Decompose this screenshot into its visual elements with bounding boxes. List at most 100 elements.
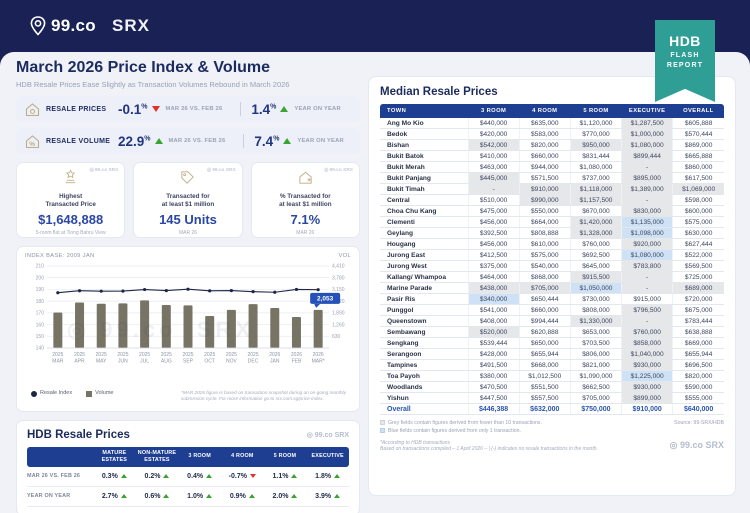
svg-text:FEB: FEB: [292, 359, 302, 365]
price-cell: $720,000: [673, 294, 724, 305]
town-cell: Bukit Panjang: [380, 173, 468, 184]
price-cell: $632,000: [519, 404, 570, 415]
up-triangle-icon: [163, 494, 169, 498]
price-cell: $760,000: [622, 327, 673, 338]
price-cell: $994,444: [519, 316, 570, 327]
price-cell: $653,000: [570, 327, 621, 338]
price-cell: $583,000: [519, 129, 570, 140]
median-row: Woodlands$470,500$551,500$662,500$930,00…: [380, 382, 724, 393]
town-cell: Central: [380, 195, 468, 206]
price-cell: $662,500: [570, 382, 621, 393]
yoy-caption: YEAR ON YEAR: [297, 138, 343, 144]
price-cell: $831,444: [570, 151, 621, 162]
bottom-table-cell: 3.9%: [306, 487, 349, 507]
price-cell: $650,000: [519, 338, 570, 349]
median-row: Bukit Merah$463,000$944,000$1,080,000-$8…: [380, 162, 724, 173]
card-caption: MAR 26: [252, 230, 359, 236]
price-cell: $1,012,500: [519, 371, 570, 382]
card-value: 145 Units: [134, 212, 241, 227]
price-cell: $660,000: [519, 305, 570, 316]
price-cell: $750,000: [570, 404, 621, 415]
price-cell: $645,000: [570, 261, 621, 272]
card-title: % Transacted forat least $1 million: [252, 193, 359, 209]
svg-text:2,053: 2,053: [317, 296, 334, 303]
stat-label: RESALE PRICES: [46, 106, 118, 113]
price-cell: $412,500: [468, 250, 519, 261]
price-cell: $808,000: [570, 305, 621, 316]
blue-swatch-icon: [380, 428, 385, 433]
yoy-change-value: 7.4%: [254, 134, 279, 149]
mom-change-value: 22.9%: [118, 134, 151, 149]
svg-text:MAR: MAR: [52, 359, 64, 365]
town-cell: Yishun: [380, 393, 468, 404]
median-row: Yishun$447,500$557,500$705,000$899,000$5…: [380, 393, 724, 404]
bottom-table-column-header: 3 ROOM: [178, 447, 221, 467]
price-cell: $1,157,500: [570, 195, 621, 206]
price-cell: $640,000: [673, 404, 724, 415]
price-cell: -: [622, 283, 673, 294]
price-cell: -: [622, 316, 673, 327]
town-cell: Sembawang: [380, 327, 468, 338]
town-cell: Ang Mo Kio: [380, 118, 468, 129]
price-cell: $950,000: [570, 140, 621, 151]
town-cell: Bukit Merah: [380, 162, 468, 173]
price-cell: $915,000: [622, 294, 673, 305]
price-cell: $858,000: [622, 338, 673, 349]
median-row: Clementi$456,000$664,000$1,420,000$1,135…: [380, 217, 724, 228]
price-cell: $447,500: [468, 393, 519, 404]
price-cell: $540,000: [519, 261, 570, 272]
price-cell: $669,000: [673, 338, 724, 349]
median-resale-prices-card: Median Resale Prices TOWN3 ROOM4 ROOM5 R…: [368, 76, 736, 496]
svg-text:AUG: AUG: [161, 359, 172, 365]
brand-99co: 99.co: [51, 16, 96, 36]
median-row: Toa Payoh$380,000$1,012,500$1,090,000$1,…: [380, 371, 724, 382]
svg-text:170: 170: [36, 311, 45, 317]
median-row-overall: Overall$446,388$632,000$750,000$910,000$…: [380, 404, 724, 415]
content-sheet: March 2026 Price Index & Volume HDB Resa…: [0, 52, 750, 513]
chart-legend: Resale Index Volume *MAR 2026 figure is …: [25, 390, 351, 403]
town-cell: Woodlands: [380, 382, 468, 393]
median-column-header: OVERALL: [673, 104, 724, 118]
price-cell: $440,000: [468, 118, 519, 129]
up-triangle-icon: [163, 474, 169, 478]
town-cell: Bishan: [380, 140, 468, 151]
top-header-bar: 99.co SRX: [0, 0, 750, 60]
median-row: Bukit Batok$410,000$660,000$831,444$899,…: [380, 151, 724, 162]
town-cell: Overall: [380, 404, 468, 415]
price-cell: $869,000: [673, 140, 724, 151]
down-triangle-icon: [250, 474, 256, 478]
99co-srx-watermark: ◎99.co SRX: [324, 167, 353, 173]
svg-text:OCT: OCT: [204, 359, 215, 365]
median-column-header: EXECUTIVE: [622, 104, 673, 118]
price-cell: $600,000: [673, 206, 724, 217]
price-cell: $575,000: [519, 250, 570, 261]
price-cell: $522,000: [673, 250, 724, 261]
price-cell: $635,000: [519, 118, 570, 129]
median-row: Kallang/ Whampoa$464,000$868,000$915,500…: [380, 272, 724, 283]
price-cell: $930,000: [622, 360, 673, 371]
price-cell: $705,000: [570, 393, 621, 404]
town-cell: Kallang/ Whampoa: [380, 272, 468, 283]
mom-direction-icon: [152, 106, 160, 112]
town-cell: Serangoon: [380, 349, 468, 360]
town-cell: Clementi: [380, 217, 468, 228]
price-cell: $783,800: [622, 261, 673, 272]
svg-text:190: 190: [36, 287, 45, 293]
price-cell: $1,225,000: [622, 371, 673, 382]
price-cell: $808,888: [519, 228, 570, 239]
up-triangle-icon: [334, 474, 340, 478]
price-tag-icon: [179, 169, 196, 186]
price-cell: $438,000: [468, 283, 519, 294]
legend-resale-index: Resale Index: [40, 390, 72, 396]
price-cell: $1,080,000: [622, 250, 673, 261]
svg-text:SEP: SEP: [183, 359, 194, 365]
price-cell: $664,000: [519, 217, 570, 228]
price-cell: $1,328,000: [570, 228, 621, 239]
price-cell: $542,000: [468, 140, 519, 151]
town-cell: Jurong East: [380, 250, 468, 261]
town-cell: Bedok: [380, 129, 468, 140]
price-cell: $617,500: [673, 173, 724, 184]
price-cell: $420,000: [468, 129, 519, 140]
price-cell: $571,500: [519, 173, 570, 184]
price-cell: $944,000: [519, 162, 570, 173]
